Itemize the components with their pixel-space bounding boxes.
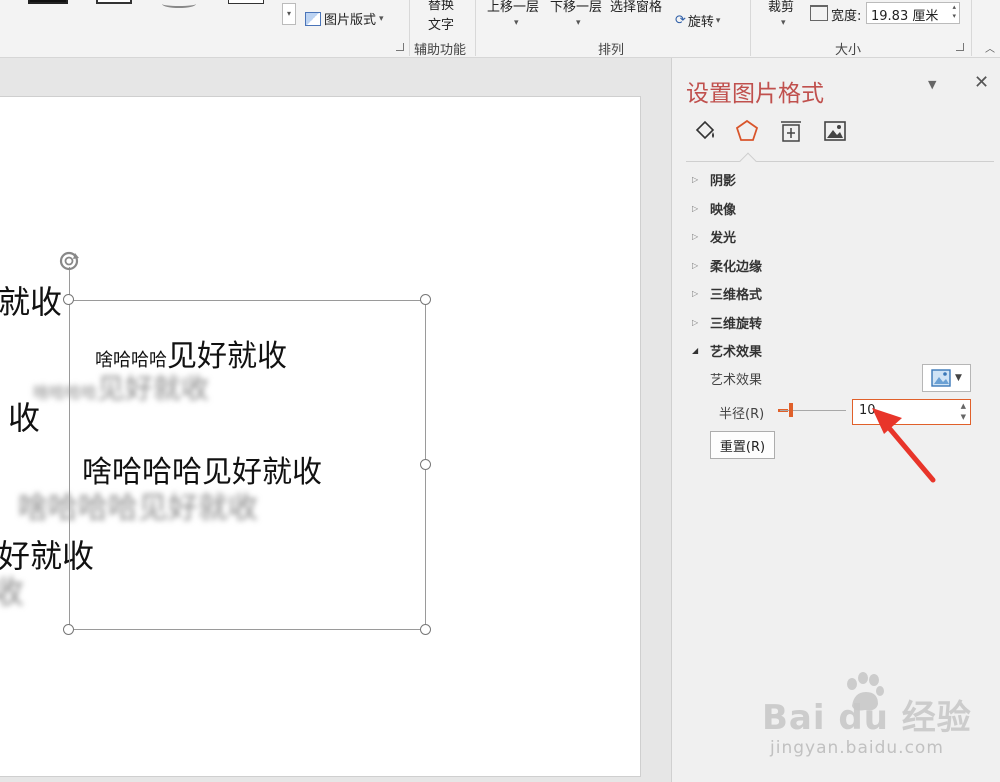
rotate-button[interactable]: ⟳ 旋转 ▾ [675,11,720,30]
expand-icon: ▷ [692,175,699,184]
alt-text-button[interactable]: 替换 文字 [428,0,454,36]
fill-line-tab-icon[interactable] [692,118,718,144]
rotate-handle-icon[interactable] [57,249,81,273]
pane-options-icon[interactable]: ▼ [928,78,936,91]
effects-tab-icon[interactable] [734,118,760,144]
chevron-down-icon: ▼ [955,373,962,383]
section-3d-rotation[interactable]: ▷ 三维旋转 [692,313,762,332]
selection-pane-button[interactable]: 选择窗格 [610,0,662,15]
tab-divider [686,161,994,162]
ribbon: ▾ 图片版式 ▾ 替换 文字 辅助功能 上移一层 ▾ 下移一层 ▾ 选择窗格 ⟳… [0,0,1000,58]
section-shadow[interactable]: ▷ 阴影 [692,170,736,189]
divider [971,0,972,56]
radius-slider-thumb[interactable] [789,403,793,417]
chevron-down-icon: ▾ [576,18,581,28]
size-group-label: 大小 [835,43,862,58]
annotation-arrow-icon [872,408,936,483]
reset-button[interactable]: 重置(R) [710,431,775,459]
chevron-down-icon: ▾ [379,13,384,24]
width-icon [810,5,828,21]
active-tab-indicator [739,152,757,170]
pane-title: 设置图片格式 [686,81,824,107]
slide-canvas[interactable]: 就收 啥哈哈哈见好就收 啥哈哈哈见好就收 收 啥哈哈哈见好就收 啥哈哈哈见好就收… [0,96,641,777]
arrange-group-label: 排列 [598,43,625,58]
expand-icon: ▷ [692,204,699,213]
slide-text: 收 [8,399,41,437]
spin-up-icon[interactable]: ▲ [961,402,966,410]
width-field[interactable]: 19.83 厘米 ▴ ▾ [866,2,960,24]
picture-layout-icon [305,11,321,26]
blur-effect-icon [931,369,951,387]
size-properties-tab-icon[interactable] [778,118,804,144]
picture-style-thumb-3[interactable] [162,0,196,8]
styles-more-button[interactable]: ▾ [282,3,296,25]
collapse-ribbon-icon[interactable]: ︿ [985,40,995,55]
bring-forward-button[interactable]: 上移一层 [487,0,539,15]
section-glow[interactable]: ▷ 发光 [692,227,736,246]
picture-style-thumb-2[interactable] [96,0,132,4]
size-launcher[interactable] [956,43,964,51]
chevron-down-icon: ▾ [715,15,721,26]
artistic-effect-dropdown[interactable]: ▼ [922,364,971,392]
radius-label: 半径(R) [719,407,765,422]
collapse-icon: ◢ [692,346,699,355]
format-picture-pane: 设置图片格式 ▼ ✕ ▷ 阴影 ▷ 映像 ▷ 发光 ▷ 柔化边缘 ▷ 三维格式 … [671,58,1000,782]
picture-layout-button[interactable]: 图片版式 ▾ [305,9,384,28]
rotate-icon: ⟳ [675,13,686,28]
resize-handle-right[interactable] [420,459,431,470]
crop-button[interactable]: 裁剪 [768,0,794,15]
picture-style-thumb-1[interactable] [28,0,68,4]
section-3d-format[interactable]: ▷ 三维格式 [692,284,762,303]
picture-styles-launcher[interactable] [396,43,404,51]
chevron-down-icon: ▾ [781,18,786,28]
chevron-down-icon: ▾ [514,18,519,28]
artistic-effect-label: 艺术效果 [710,373,763,388]
expand-icon: ▷ [692,318,699,327]
expand-icon: ▷ [692,289,699,298]
close-icon[interactable]: ✕ [974,72,989,93]
spinner-icon[interactable]: ▴ ▾ [952,3,956,21]
section-reflection[interactable]: ▷ 映像 [692,199,736,218]
divider [409,0,410,56]
resize-handle-bottom-left[interactable] [63,624,74,635]
accessibility-group-label: 辅助功能 [414,43,467,58]
expand-icon: ▷ [692,232,699,241]
picture-tab-icon[interactable] [822,118,848,144]
expand-icon: ▷ [692,261,699,270]
divider [475,0,476,56]
divider [750,0,751,56]
spin-down-icon[interactable]: ▼ [961,413,966,421]
picture-style-thumb-4[interactable] [228,0,264,4]
slide-text-blurred: 收 [0,567,24,613]
selection-frame[interactable] [69,300,426,630]
section-artistic-effects[interactable]: ◢ 艺术效果 [692,341,762,360]
slide-text: 就收 [0,283,63,321]
watermark-brand: Bai du 经验 [762,698,972,738]
resize-handle-top-left[interactable] [63,294,74,305]
watermark-url: jingyan.baidu.com [770,738,944,758]
section-soft-edges[interactable]: ▷ 柔化边缘 [692,256,762,275]
resize-handle-top-right[interactable] [420,294,431,305]
send-backward-button[interactable]: 下移一层 [550,0,602,15]
resize-handle-bottom-right[interactable] [420,624,431,635]
width-label: 宽度: [831,9,862,24]
